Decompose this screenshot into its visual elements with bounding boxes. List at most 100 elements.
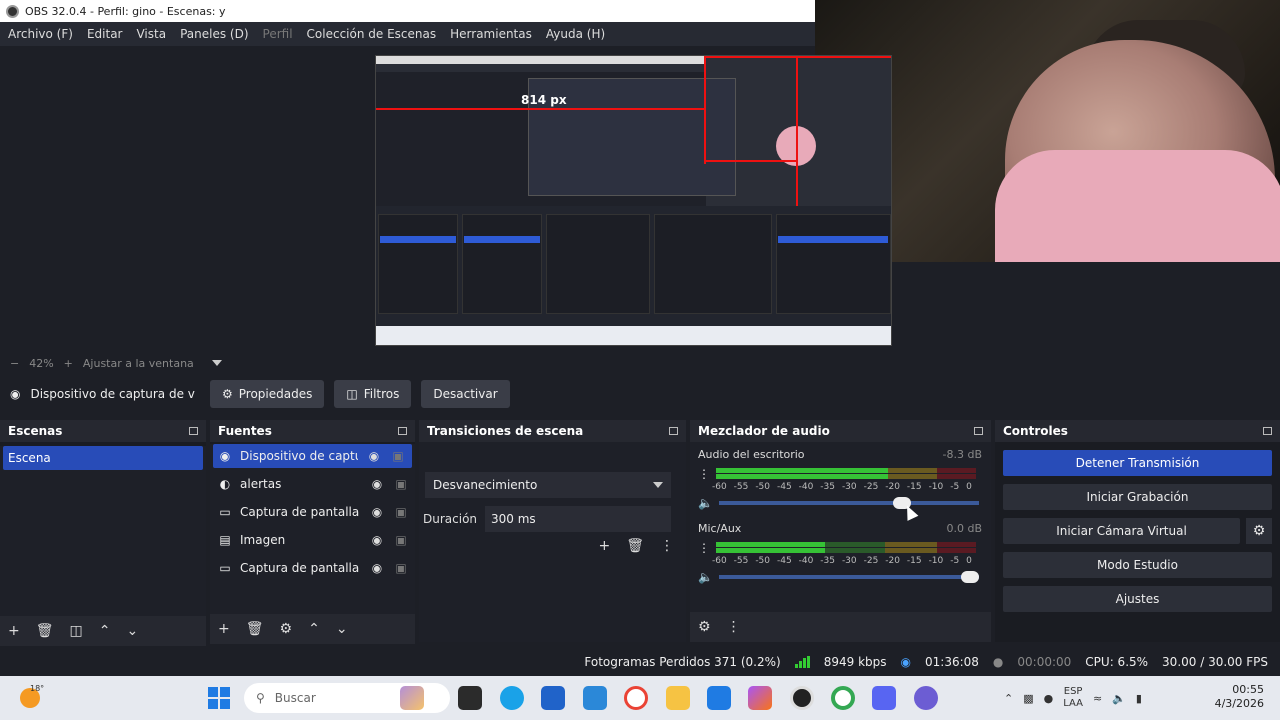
add-icon[interactable]: + (598, 538, 610, 554)
source-item[interactable]: ▭ Captura de pantalla 2 ◉ ▣ (210, 498, 415, 526)
menu-scene-collection[interactable]: Colección de Escenas (307, 27, 437, 41)
chevron-up-icon[interactable]: ⌃ (308, 621, 320, 637)
more-icon[interactable]: ⋮ (698, 541, 710, 555)
menu-view[interactable]: Vista (136, 27, 166, 41)
deactivate-button[interactable]: Desactivar (421, 380, 510, 408)
popout-icon[interactable] (974, 427, 983, 435)
popout-icon[interactable] (1263, 427, 1272, 435)
trash-icon[interactable]: 🗑 (626, 538, 644, 554)
eye-icon[interactable]: ◉ (369, 561, 385, 575)
popout-icon[interactable] (669, 427, 678, 435)
folder-icon[interactable] (666, 686, 690, 710)
weather-widget[interactable]: 18° (0, 676, 60, 720)
widget-flowers-icon[interactable] (400, 686, 424, 710)
eye-icon[interactable]: ◉ (369, 505, 385, 519)
scene-item[interactable]: Escena (3, 446, 203, 470)
eye-icon[interactable]: ◉ (369, 477, 385, 491)
microphone-icon[interactable]: ● (1044, 692, 1054, 705)
lock-icon[interactable]: ▣ (393, 505, 409, 519)
more-icon[interactable]: ⋮ (698, 467, 710, 481)
source-item[interactable]: ◉ Dispositivo de captur ◉ ▣ (213, 444, 412, 468)
source-item[interactable]: ▤ Imagen ◉ ▣ (210, 526, 415, 554)
window-title: OBS 32.0.4 - Perfil: gino - Escenas: y (25, 4, 226, 18)
copilot-icon[interactable] (748, 686, 772, 710)
meter-tick-label: -50 (755, 482, 771, 492)
taskbar-clock[interactable]: 00:55 4/3/2026 (1204, 683, 1264, 711)
lock-icon[interactable]: ▣ (393, 477, 409, 491)
gear-icon[interactable]: ⚙ (1246, 518, 1272, 544)
preview-canvas[interactable]: 814 px (375, 55, 892, 346)
chrome-icon[interactable] (831, 686, 855, 710)
menu-file[interactable]: Archivo (F) (8, 27, 73, 41)
obs-taskbar-icon[interactable] (790, 686, 814, 710)
add-icon[interactable]: + (8, 623, 20, 639)
more-icon[interactable]: ⋮ (727, 619, 741, 635)
status-bar: Fotogramas Perdidos 371 (0.2%) 8949 kbps… (0, 650, 1280, 674)
menu-tools[interactable]: Herramientas (450, 27, 532, 41)
filters-button[interactable]: ◫ Filtros (334, 380, 412, 408)
properties-button[interactable]: ⚙ Propiedades (210, 380, 325, 408)
start-recording-button[interactable]: Iniciar Grabación (1003, 484, 1272, 510)
meter-tick-label: -10 (928, 556, 944, 566)
store-icon[interactable] (541, 686, 565, 710)
mail-icon[interactable] (583, 686, 607, 710)
volume-slider[interactable] (718, 571, 979, 583)
filter-icon[interactable]: ◫ (70, 623, 83, 639)
menu-edit[interactable]: Editar (87, 27, 123, 41)
chevron-down-icon[interactable]: ⌄ (336, 621, 348, 637)
trash-icon[interactable]: 🗑 (246, 621, 264, 637)
meter-tick-label: -5 (950, 556, 960, 566)
chevron-down-icon[interactable]: ⌄ (126, 623, 138, 639)
trash-icon[interactable]: 🗑 (36, 623, 54, 639)
windows-start-icon[interactable] (208, 687, 230, 709)
duration-input[interactable]: 300 ms (485, 506, 671, 532)
meter-tick-label: -15 (906, 556, 922, 566)
speaker-icon[interactable]: 🔈 (698, 496, 713, 510)
scenes-dock: Escenas Escena + 🗑 ◫ ⌃ ⌄ (0, 420, 206, 646)
meter-tick-label: -25 (863, 482, 879, 492)
meter-tick-label: -40 (798, 556, 814, 566)
language-indicator[interactable]: ESP LAA (1063, 686, 1083, 710)
discord-icon[interactable] (872, 686, 896, 710)
lock-icon[interactable]: ▣ (390, 449, 406, 463)
chevron-up-icon[interactable]: ⌃ (1004, 692, 1013, 705)
meter-tick-label: -55 (733, 482, 749, 492)
zoom-fit-button[interactable]: Ajustar a la ventana (83, 357, 194, 370)
volume-icon[interactable]: 🔈 (1112, 692, 1126, 705)
lock-icon[interactable]: ▣ (393, 561, 409, 575)
chevron-up-icon[interactable]: ⌃ (99, 623, 111, 639)
stop-stream-button[interactable]: Detener Transmisión (1003, 450, 1272, 476)
popout-icon[interactable] (189, 427, 198, 435)
transition-select[interactable]: Desvanecimiento (425, 472, 671, 498)
studio-mode-button[interactable]: Modo Estudio (1003, 552, 1272, 578)
zoom-out-button[interactable]: − (10, 357, 19, 370)
virtual-camera-button[interactable]: Iniciar Cámara Virtual (1003, 518, 1240, 544)
menu-help[interactable]: Ayuda (H) (546, 27, 605, 41)
zoom-in-button[interactable]: + (64, 357, 73, 370)
add-icon[interactable]: + (218, 621, 230, 637)
popout-icon[interactable] (398, 427, 407, 435)
app-purple-icon[interactable] (914, 686, 938, 710)
source-item[interactable]: ▭ Captura de pantalla ◉ ▣ (210, 554, 415, 582)
volume-slider[interactable] (718, 497, 979, 509)
slider-handle[interactable] (960, 571, 979, 583)
menu-profile[interactable]: Perfil (263, 27, 293, 41)
menu-docks[interactable]: Paneles (D) (180, 27, 248, 41)
wifi-icon[interactable]: ≈ (1093, 692, 1102, 705)
gear-icon[interactable]: ⚙ (280, 621, 293, 637)
speaker-icon[interactable]: 🔈 (698, 570, 713, 584)
chevron-down-icon[interactable] (211, 360, 222, 366)
advanced-audio-icon[interactable]: ⚙ (698, 619, 711, 635)
app-blue-icon[interactable] (707, 686, 731, 710)
eye-icon[interactable]: ◉ (366, 449, 382, 463)
edge-browser-icon[interactable] (500, 686, 524, 710)
battery-icon[interactable]: ▮ (1136, 692, 1142, 705)
network-off-icon[interactable]: ▩ (1023, 692, 1033, 705)
app-dark-icon[interactable] (458, 686, 482, 710)
source-item[interactable]: ◐ alertas ◉ ▣ (210, 470, 415, 498)
settings-button[interactable]: Ajustes (1003, 586, 1272, 612)
google-icon[interactable] (624, 686, 648, 710)
lock-icon[interactable]: ▣ (393, 533, 409, 547)
eye-icon[interactable]: ◉ (369, 533, 385, 547)
more-icon[interactable]: ⋮ (660, 538, 674, 554)
